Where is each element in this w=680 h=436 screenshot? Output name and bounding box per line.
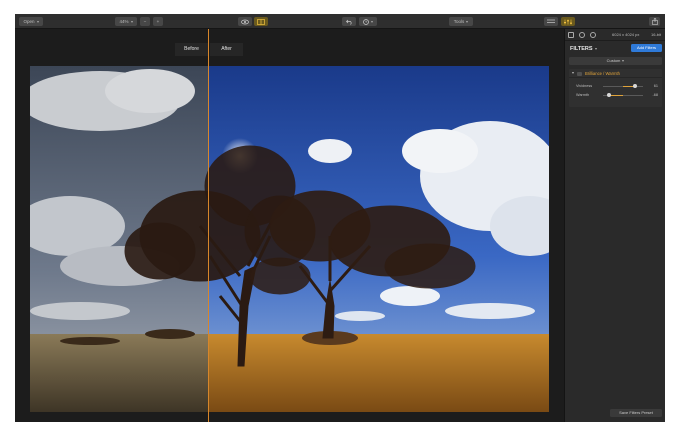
lines-icon: [547, 19, 555, 24]
preview-eye-button[interactable]: [238, 17, 252, 26]
share-button[interactable]: [649, 17, 660, 26]
bit-depth: 16-bit: [651, 32, 662, 37]
chevron-down-icon: [36, 20, 39, 23]
history-dropdown[interactable]: [359, 17, 377, 26]
vividness-slider[interactable]: [603, 84, 643, 88]
tools-dropdown-label: Tools: [453, 19, 465, 24]
chevron-down-icon: [130, 20, 133, 23]
chevron-down-icon: [594, 47, 597, 50]
chevron-down-icon: [466, 20, 469, 23]
add-filters-button[interactable]: Add Filters: [631, 44, 662, 52]
clock-icon: [363, 18, 369, 25]
slider-knob[interactable]: [607, 93, 612, 97]
undo-button[interactable]: [342, 17, 356, 26]
presets-panel-button[interactable]: [544, 17, 558, 26]
zoom-in-label: +: [156, 19, 160, 24]
share-icon: [651, 18, 658, 26]
save-filters-preset-button[interactable]: Save Filters Preset: [610, 409, 662, 417]
slider-value: -68: [652, 93, 659, 97]
slider-value: 61: [653, 84, 658, 88]
save-preset-label: Save Filters Preset: [619, 410, 653, 415]
after-label: After: [221, 46, 232, 52]
undo-icon: [345, 19, 352, 25]
compare-icon: [257, 18, 265, 25]
preset-label: Custom: [606, 58, 621, 63]
vividness-slider-row: Vividness 61: [569, 82, 662, 90]
slider-knob[interactable]: [633, 84, 637, 88]
slider-label: Warmth: [576, 93, 590, 97]
filter-toggle[interactable]: [577, 71, 582, 76]
open-dropdown-label: Open: [23, 19, 35, 24]
photo[interactable]: [30, 66, 549, 412]
eye-icon: [241, 19, 249, 25]
info-icon[interactable]: [590, 32, 596, 38]
filters-dropdown[interactable]: FILTERS: [570, 46, 597, 52]
toolbar: Open 44% − + Tools: [15, 14, 665, 29]
before-button[interactable]: Before: [175, 43, 208, 56]
app-window: Open 44% − + Tools Before After 6024 x 4…: [15, 14, 665, 422]
add-filters-label: Add Filters: [636, 45, 657, 50]
slider-fill: [609, 94, 623, 96]
layers-icon[interactable]: [579, 32, 585, 38]
filters-panel: 6024 x 4024 px 16-bit FILTERS Add Filter…: [564, 29, 665, 422]
filter-header[interactable]: Brilliance / Warmth: [569, 69, 662, 78]
chevron-down-icon: [371, 20, 373, 23]
zoom-value: 44%: [119, 19, 129, 24]
slider-label: Vividness: [576, 84, 593, 88]
zoom-dropdown[interactable]: 44%: [115, 17, 137, 26]
tools-dropdown[interactable]: Tools: [449, 17, 473, 26]
filter-brilliance-warmth: Brilliance / Warmth Vividness 61 Warmth …: [569, 69, 662, 107]
after-button[interactable]: After: [210, 43, 243, 56]
filters-title: FILTERS: [570, 46, 593, 52]
chevron-down-icon: [622, 59, 625, 62]
zoom-out-label: −: [143, 19, 147, 24]
zoom-in-button[interactable]: +: [153, 17, 163, 26]
zoom-out-button[interactable]: −: [140, 17, 150, 26]
compare-button[interactable]: [254, 17, 268, 26]
sliders-icon: [564, 19, 572, 25]
split-divider[interactable]: [208, 29, 209, 422]
preset-dropdown[interactable]: Custom: [569, 57, 662, 65]
landscape-photo: [30, 66, 549, 412]
before-after-bar: Before After: [175, 43, 245, 56]
histogram-icon[interactable]: [568, 32, 574, 38]
filters-panel-button[interactable]: [561, 17, 575, 26]
before-label: Before: [184, 46, 199, 52]
open-dropdown[interactable]: Open: [19, 17, 43, 26]
filter-name: Brilliance / Warmth: [585, 71, 620, 76]
image-size: 6024 x 4024 px: [612, 32, 640, 37]
warmth-slider-row: Warmth -68: [569, 91, 662, 99]
collapse-caret-icon[interactable]: [572, 72, 574, 74]
image-viewer[interactable]: Before After: [15, 29, 564, 422]
panel-tabs: 6024 x 4024 px 16-bit: [565, 29, 665, 41]
warmth-slider[interactable]: [603, 93, 643, 97]
